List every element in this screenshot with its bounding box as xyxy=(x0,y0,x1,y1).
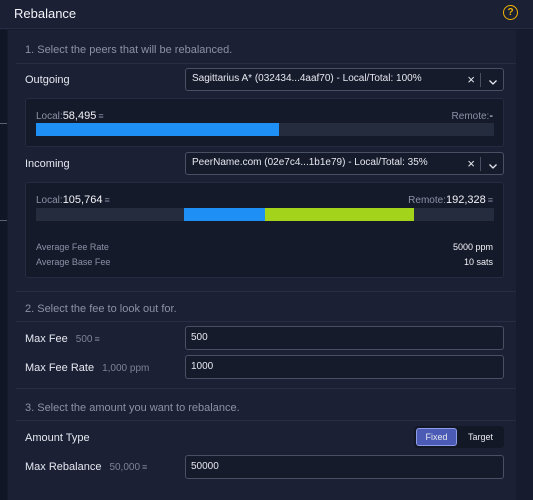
sats-symbol-icon: ≡ xyxy=(142,462,148,472)
incoming-remote: Remote:192,328 ≡ xyxy=(408,194,493,206)
select-separator xyxy=(480,73,481,87)
left-rail xyxy=(0,30,7,500)
remote-value: - xyxy=(489,110,493,122)
max-fee-rate-input[interactable]: 1000 xyxy=(185,355,504,379)
local-label: Local: xyxy=(36,111,63,122)
max-fee-label: Max Fee 500 ≡ xyxy=(25,333,100,345)
sats-symbol-icon: ≡ xyxy=(98,111,104,121)
average-base-fee-label: Average Base Fee xyxy=(36,257,111,267)
remote-value: 192,328 xyxy=(445,194,486,206)
chevron-down-icon[interactable] xyxy=(488,74,498,92)
amount-type-toggle: Fixed Target xyxy=(414,426,504,448)
max-fee-input[interactable]: 500 xyxy=(185,326,504,350)
incoming-local: Local:105,764 ≡ xyxy=(36,194,110,206)
sats-symbol-icon: ≡ xyxy=(104,195,110,205)
outgoing-peer-select[interactable]: Sagittarius A* (032434...4aaf70) - Local… xyxy=(185,68,504,91)
incoming-remote-fill xyxy=(265,208,414,221)
close-icon[interactable]: × xyxy=(467,156,475,171)
header-bar: Rebalance ? xyxy=(0,0,533,29)
outgoing-remote: Remote:- xyxy=(452,110,493,122)
average-fee-rate-label: Average Fee Rate xyxy=(36,242,109,252)
amount-type-label: Amount Type xyxy=(25,432,90,444)
rebalance-panel: 1. Select the peers that will be rebalan… xyxy=(8,30,516,500)
divider xyxy=(16,388,516,389)
incoming-peer-value: PeerName.com (02e7c4...1b1e79) - Local/T… xyxy=(192,157,428,168)
page-title: Rebalance xyxy=(14,6,77,21)
outgoing-balance-bar xyxy=(36,123,494,136)
incoming-label: Incoming xyxy=(25,158,70,170)
max-rebalance-label: Max Rebalance 50,000 ≡ xyxy=(25,461,147,473)
incoming-balance-box: Local:105,764 ≡ Remote:192,328 ≡ Average F… xyxy=(25,182,504,278)
section-3-title: 3. Select the amount you want to rebalan… xyxy=(25,402,240,414)
divider xyxy=(16,291,516,292)
max-fee-rate-hint: 1,000 ppm xyxy=(102,363,150,374)
max-fee-label-text: Max Fee xyxy=(25,333,68,345)
remote-label: Remote: xyxy=(451,111,490,122)
section-1-title: 1. Select the peers that will be rebalan… xyxy=(25,44,233,56)
max-fee-rate-label: Max Fee Rate 1,000 ppm xyxy=(25,362,149,374)
target-option-button[interactable]: Target xyxy=(460,428,501,446)
sats-symbol-icon: ≡ xyxy=(487,195,493,205)
average-fee-rate-value: 5000 ppm xyxy=(452,242,493,252)
divider xyxy=(16,321,516,322)
incoming-local-fill xyxy=(184,208,265,221)
max-rebalance-hint: 50,000 xyxy=(109,462,141,473)
max-fee-rate-label-text: Max Fee Rate xyxy=(25,362,95,374)
outgoing-balance-box: Local:58,495 ≡ Remote:- xyxy=(25,98,504,147)
section-2-title: 2. Select the fee to look out for. xyxy=(25,303,177,315)
close-icon[interactable]: × xyxy=(467,72,475,87)
sats-symbol-icon: ≡ xyxy=(94,334,100,344)
max-rebalance-input[interactable]: 50000 xyxy=(185,455,504,479)
outgoing-peer-value: Sagittarius A* (032434...4aaf70) - Local… xyxy=(192,73,422,84)
outgoing-local-fill xyxy=(36,123,279,136)
fixed-option-button[interactable]: Fixed xyxy=(416,428,457,446)
max-rebalance-label-text: Max Rebalance xyxy=(25,461,102,473)
rail-tick xyxy=(0,220,7,221)
average-base-fee-value: 10 sats xyxy=(463,257,493,267)
right-rail xyxy=(517,30,533,500)
incoming-balance-bar xyxy=(36,208,494,221)
max-fee-hint: 500 xyxy=(75,334,93,345)
remote-label: Remote: xyxy=(408,195,446,206)
select-separator xyxy=(480,157,481,171)
local-value: 105,764 xyxy=(62,194,103,206)
outgoing-local: Local:58,495 ≡ xyxy=(36,110,104,122)
chevron-down-icon[interactable] xyxy=(488,158,498,176)
rail-tick xyxy=(0,123,7,124)
divider xyxy=(16,420,516,421)
outgoing-label: Outgoing xyxy=(25,74,70,86)
divider xyxy=(16,63,516,64)
local-value: 58,495 xyxy=(62,110,97,122)
help-icon[interactable]: ? xyxy=(503,5,518,20)
local-label: Local: xyxy=(36,195,63,206)
incoming-peer-select[interactable]: PeerName.com (02e7c4...1b1e79) - Local/T… xyxy=(185,152,504,175)
